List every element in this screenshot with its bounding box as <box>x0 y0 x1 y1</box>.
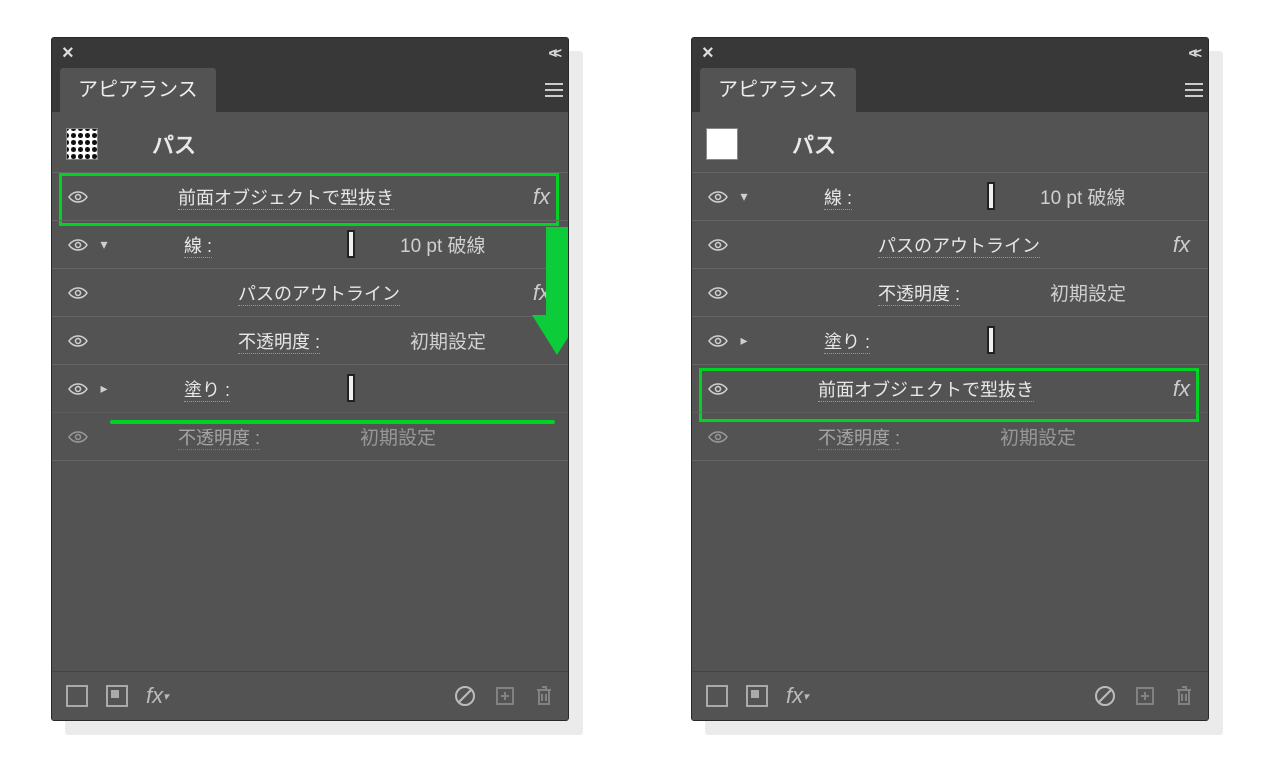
trash-icon <box>1174 685 1194 707</box>
visibility-icon[interactable] <box>66 430 90 444</box>
chevron-down-icon[interactable]: ▾ <box>90 236 118 253</box>
knockout-label[interactable]: 前面オブジェクトで型抜き <box>178 184 394 210</box>
panel-footer: fx▾ <box>52 671 568 720</box>
tab-appearance[interactable]: アピアランス <box>700 68 856 112</box>
stroke-label[interactable]: 線 : <box>184 232 212 258</box>
opacity-label[interactable]: 不透明度 : <box>878 280 960 306</box>
fill-swatch[interactable] <box>349 378 353 399</box>
titlebar: × << <box>52 38 568 68</box>
fill-label[interactable]: 塗り : <box>184 376 230 402</box>
fx-icon[interactable]: fx <box>533 184 550 210</box>
fill-swatch[interactable] <box>989 330 993 351</box>
visibility-icon[interactable] <box>706 238 730 252</box>
appearance-panel-left: × << アピアランス パス 前面オブジェクトで型抜き fx <box>51 37 569 721</box>
selection-row: パス <box>692 126 1208 172</box>
opacity-label[interactable]: 不透明度 : <box>238 328 320 354</box>
selection-label: パス <box>152 128 196 160</box>
outline-label[interactable]: パスのアウトライン <box>238 280 400 306</box>
new-stroke-icon[interactable] <box>706 685 728 707</box>
opacity-value[interactable]: 初期設定 <box>1050 279 1126 306</box>
clear-icon[interactable] <box>1094 685 1116 707</box>
fx-icon[interactable]: fx <box>1173 232 1190 258</box>
chevron-right-icon[interactable]: ▸ <box>90 380 118 397</box>
row-stroke[interactable]: ▾ 線 : 10 pt 破線 <box>52 220 568 268</box>
stroke-label[interactable]: 線 : <box>824 184 852 210</box>
new-fill-icon[interactable] <box>106 685 128 707</box>
panel-menu-icon[interactable] <box>540 68 568 112</box>
duplicate-icon <box>494 685 516 707</box>
selection-thumb-icon <box>66 128 98 160</box>
titlebar: × << <box>692 38 1208 68</box>
duplicate-icon <box>1134 685 1156 707</box>
row-object-opacity[interactable]: 不透明度 : 初期設定 <box>52 412 568 460</box>
row-knockout[interactable]: 前面オブジェクトで型抜き fx <box>52 172 568 220</box>
empty-area <box>52 460 568 671</box>
collapse-icon[interactable]: << <box>1188 45 1198 62</box>
opacity-label[interactable]: 不透明度 : <box>178 424 260 450</box>
panel-footer: fx▾ <box>692 671 1208 720</box>
tab-row: アピアランス <box>692 68 1208 112</box>
stroke-swatch[interactable] <box>989 186 993 207</box>
fx-menu-icon[interactable]: fx▾ <box>786 683 809 709</box>
visibility-icon[interactable] <box>706 334 730 348</box>
new-stroke-icon[interactable] <box>66 685 88 707</box>
fx-menu-icon[interactable]: fx▾ <box>146 683 169 709</box>
fx-icon[interactable]: fx <box>1173 376 1190 402</box>
row-stroke[interactable]: ▾ 線 : 10 pt 破線 <box>692 172 1208 220</box>
visibility-icon[interactable] <box>66 238 90 252</box>
collapse-icon[interactable]: << <box>548 45 558 62</box>
appearance-panel-right: × << アピアランス パス ▾ 線 : 10 <box>691 37 1209 721</box>
tab-row: アピアランス <box>52 68 568 112</box>
knockout-label[interactable]: 前面オブジェクトで型抜き <box>818 376 1034 402</box>
stroke-value[interactable]: 10 pt 破線 <box>1040 183 1126 210</box>
selection-label: パス <box>792 128 836 160</box>
panel-body: パス 前面オブジェクトで型抜き fx ▾ 線 : 10 pt <box>52 112 568 720</box>
new-fill-icon[interactable] <box>746 685 768 707</box>
trash-icon <box>534 685 554 707</box>
visibility-icon[interactable] <box>66 286 90 300</box>
visibility-icon[interactable] <box>706 430 730 444</box>
tab-appearance[interactable]: アピアランス <box>60 68 216 112</box>
opacity-value[interactable]: 初期設定 <box>410 327 486 354</box>
stroke-value[interactable]: 10 pt 破線 <box>400 231 486 258</box>
row-object-opacity[interactable]: 不透明度 : 初期設定 <box>692 412 1208 460</box>
selection-row: パス <box>52 126 568 172</box>
row-stroke-opacity[interactable]: 不透明度 : 初期設定 <box>52 316 568 364</box>
opacity-label[interactable]: 不透明度 : <box>818 424 900 450</box>
row-knockout[interactable]: 前面オブジェクトで型抜き fx <box>692 364 1208 412</box>
stroke-swatch[interactable] <box>349 234 353 255</box>
row-outline-path[interactable]: パスのアウトライン fx <box>692 220 1208 268</box>
empty-area <box>692 460 1208 671</box>
close-icon[interactable]: × <box>702 42 714 65</box>
opacity-value[interactable]: 初期設定 <box>360 423 436 450</box>
row-fill[interactable]: ▸ 塗り : <box>692 316 1208 364</box>
visibility-icon[interactable] <box>66 382 90 396</box>
visibility-icon[interactable] <box>66 334 90 348</box>
down-arrow-icon <box>532 227 569 377</box>
panel-body: パス ▾ 線 : 10 pt 破線 パスのアウトライン f <box>692 112 1208 720</box>
panel-menu-icon[interactable] <box>1180 68 1208 112</box>
close-icon[interactable]: × <box>62 42 74 65</box>
visibility-icon[interactable] <box>706 382 730 396</box>
visibility-icon[interactable] <box>66 190 90 204</box>
selection-thumb-icon <box>706 128 738 160</box>
row-outline-path[interactable]: パスのアウトライン fx <box>52 268 568 316</box>
row-stroke-opacity[interactable]: 不透明度 : 初期設定 <box>692 268 1208 316</box>
opacity-value[interactable]: 初期設定 <box>1000 423 1076 450</box>
outline-label[interactable]: パスのアウトライン <box>878 232 1040 258</box>
fill-label[interactable]: 塗り : <box>824 328 870 354</box>
clear-icon[interactable] <box>454 685 476 707</box>
chevron-right-icon[interactable]: ▸ <box>730 332 758 349</box>
visibility-icon[interactable] <box>706 190 730 204</box>
visibility-icon[interactable] <box>706 286 730 300</box>
chevron-down-icon[interactable]: ▾ <box>730 188 758 205</box>
row-fill[interactable]: ▸ 塗り : <box>52 364 568 412</box>
